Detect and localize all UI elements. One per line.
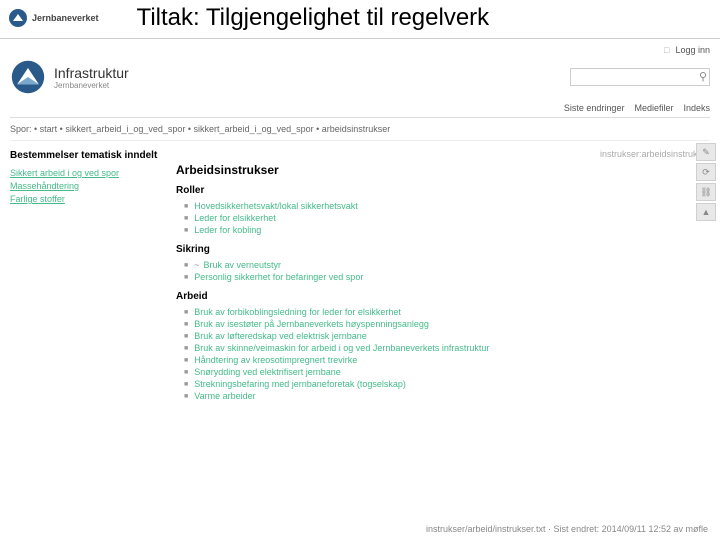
slide-title: Tiltak: Tilgjengelighet til regelverk [137, 4, 720, 32]
list-item[interactable]: Håndtering av kreosotimpregnert trevirke [184, 354, 710, 366]
brand[interactable]: Infrastruktur Jernbaneverket [10, 59, 129, 95]
tool-link-icon[interactable]: ⛓ [696, 183, 716, 201]
sidebar-title: Bestemmelser tematisk inndelt [10, 149, 160, 162]
section-title-2: Arbeid [176, 291, 710, 302]
section-title-0: Roller [176, 185, 710, 196]
tool-history-icon[interactable]: ⟳ [696, 163, 716, 181]
list-item[interactable]: Snørydding ved elektrifisert jernbane [184, 366, 710, 378]
main-content: instrukser:arbeidsinstrukser Arbeidsinst… [176, 149, 710, 402]
breadcrumb: Spor: • start • sikkert_arbeid_i_og_ved_… [10, 118, 710, 141]
logo-small: Jernbaneverket [0, 4, 107, 32]
sidebar: Bestemmelser tematisk inndelt Sikkert ar… [10, 149, 160, 402]
list-item[interactable]: Strekningsbefaring med jernbaneforetak (… [184, 378, 710, 390]
list-item[interactable]: Bruk av skinne/veimaskin for arbeid i og… [184, 342, 710, 354]
subnav: Siste endringer Mediefiler Indeks [10, 101, 710, 118]
footer-meta: instrukser/arbeid/instrukser.txt · Sist … [426, 524, 708, 534]
tool-edit-icon[interactable]: ✎ [696, 143, 716, 161]
search-input[interactable] [570, 68, 710, 86]
section-title-1: Sikring [176, 244, 710, 255]
list-item[interactable]: ~Bruk av verneutstyr [184, 259, 710, 271]
sidebar-item-0[interactable]: Sikkert arbeid i og ved spor [10, 168, 160, 178]
list-item[interactable]: Personlig sikkerhet for befaringer ved s… [184, 271, 710, 283]
sidebar-item-2[interactable]: Farlige stoffer [10, 194, 160, 204]
subnav-recent[interactable]: Siste endringer [564, 103, 625, 113]
side-tools: ✎ ⟳ ⛓ ▲ [696, 143, 716, 221]
search-icon[interactable]: ⚲ [699, 70, 707, 83]
list-item[interactable]: Hovedsikkerhetsvakt/lokal sikkerhetsvakt [184, 200, 710, 212]
topbar: □ Logg inn [10, 43, 710, 57]
tool-top-icon[interactable]: ▲ [696, 203, 716, 221]
list-item[interactable]: Bruk av forbikoblingsledning for leder f… [184, 306, 710, 318]
list-item[interactable]: Bruk av isestøter på Jernbaneverkets høy… [184, 318, 710, 330]
subnav-media[interactable]: Mediefiler [634, 103, 673, 113]
sidebar-item-1[interactable]: Massehåndtering [10, 181, 160, 191]
page-title: Arbeidsinstrukser [176, 163, 710, 177]
brand-subtitle: Jernbaneverket [54, 81, 129, 90]
sep-icon: □ [664, 45, 669, 55]
login-link[interactable]: Logg inn [675, 45, 710, 55]
breadcrumb-right: instrukser:arbeidsinstrukser [176, 149, 710, 159]
list-item[interactable]: Leder for kobling [184, 224, 710, 236]
brand-small-text: Jernbaneverket [32, 13, 99, 23]
brand-title: Infrastruktur [54, 65, 129, 81]
list-item[interactable]: Varme arbeider [184, 390, 710, 402]
list-item[interactable]: Leder for elsikkerhet [184, 212, 710, 224]
subnav-index[interactable]: Indeks [683, 103, 710, 113]
brand-logo-icon [10, 59, 46, 95]
search: ⚲ [570, 68, 710, 86]
list-item[interactable]: Bruk av løfteredskap ved elektrisk jernb… [184, 330, 710, 342]
